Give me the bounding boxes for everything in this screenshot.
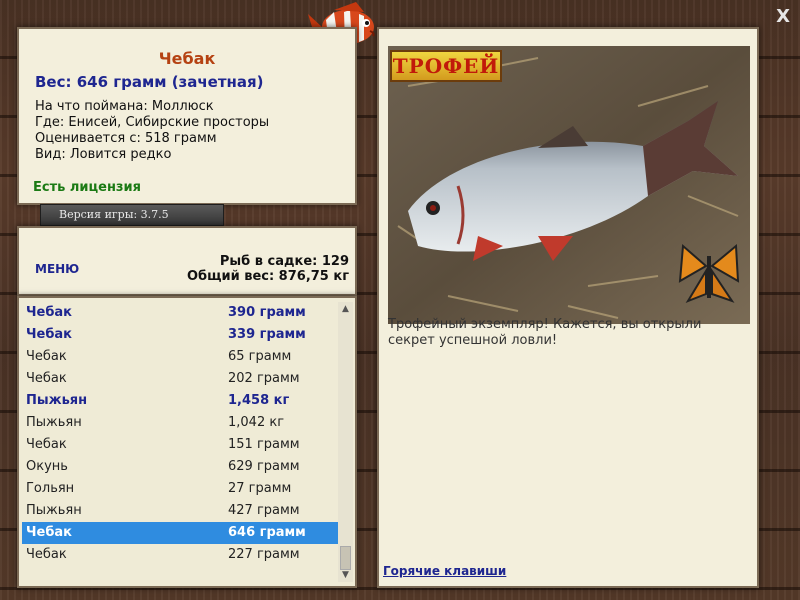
list-item[interactable]: Чебак 65 грамм: [22, 346, 340, 368]
menu-button[interactable]: МЕНЮ: [35, 262, 79, 276]
list-item[interactable]: Гольян 27 грамм: [22, 478, 340, 500]
list-item[interactable]: Чебак 202 грамм: [22, 368, 340, 390]
list-item[interactable]: Пыжьян 1,458 кг: [22, 390, 340, 412]
scroll-thumb[interactable]: [340, 546, 351, 570]
list-item-name: Чебак: [26, 525, 72, 540]
trophy-panel: ТРОФЕЙ Трофейный экземпляр! Кажется, вы …: [377, 27, 759, 588]
fish-photo: [388, 46, 750, 324]
list-item-weight: 1,042 кг: [228, 415, 285, 430]
list-item[interactable]: Чебак 390 грамм: [22, 302, 340, 324]
list-item[interactable]: Чебак 151 грамм: [22, 434, 340, 456]
catch-stats: Рыб в садке: 129 Общий вес: 876,75 кг: [187, 254, 349, 284]
list-item-weight: 629 грамм: [228, 459, 300, 474]
trophy-badge: ТРОФЕЙ: [390, 50, 502, 82]
list-item-name: Окунь: [26, 459, 68, 474]
list-item[interactable]: Пыжьян 427 грамм: [22, 500, 340, 522]
species-line: Вид: Ловится редко: [35, 147, 172, 162]
fish-info-panel: Чебак Вес: 646 грамм (зачетная) На что п…: [17, 27, 357, 205]
list-item-name: Чебак: [26, 349, 67, 364]
fish-title: Чебак: [158, 49, 216, 68]
list-item-name: Чебак: [26, 327, 72, 342]
list-item-weight: 339 грамм: [228, 327, 306, 342]
fish-details: На что поймана: Моллюск Где: Енисей, Сиб…: [35, 99, 339, 163]
list-item-name: Пыжьян: [26, 393, 88, 408]
list-item[interactable]: Окунь 629 грамм: [22, 456, 340, 478]
license-status: Есть лицензия: [33, 180, 141, 195]
list-scrollbar[interactable]: ▲ ▼: [338, 302, 353, 582]
location-line: Где: Енисей, Сибирские просторы: [35, 115, 270, 130]
list-item-name: Пыжьян: [26, 415, 82, 430]
list-item-name: Чебак: [26, 547, 67, 562]
list-item-weight: 151 грамм: [228, 437, 300, 452]
version-label: Версия игры: 3.7.5: [40, 204, 224, 226]
close-icon[interactable]: X: [776, 6, 790, 27]
catch-summary-panel: МЕНЮ Рыб в садке: 129 Общий вес: 876,75 …: [17, 226, 357, 296]
fish-count: Рыб в садке: 129: [219, 254, 349, 269]
close-button[interactable]: X: [776, 6, 790, 27]
list-item-name: Чебак: [26, 371, 67, 386]
list-item-weight: 646 грамм: [228, 525, 306, 540]
list-item[interactable]: Чебак 227 грамм: [22, 544, 340, 566]
list-item-weight: 1,458 кг: [228, 393, 290, 408]
list-item-weight: 427 грамм: [228, 503, 300, 518]
hotkeys-link[interactable]: Горячие клавиши: [383, 564, 506, 578]
list-item[interactable]: Пыжьян 1,042 кг: [22, 412, 340, 434]
list-item-weight: 390 грамм: [228, 305, 306, 320]
list-item-weight: 227 грамм: [228, 547, 300, 562]
fish-list: Чебак 390 грамм Чебак 339 грамм Чебак 65 гр…: [22, 302, 340, 566]
list-item-weight: 202 грамм: [228, 371, 300, 386]
list-item-name: Пыжьян: [26, 503, 82, 518]
valuation-line: Оценивается с: 518 грамм: [35, 131, 217, 146]
trophy-text: Трофейный экземпляр! Кажется, вы открыли…: [388, 317, 702, 348]
scroll-down-icon[interactable]: ▼: [338, 568, 353, 582]
fish-weight: Вес: 646 грамм (зачетная): [35, 73, 264, 91]
list-item[interactable]: Чебак 646 грамм: [22, 522, 340, 544]
list-item-name: Чебак: [26, 437, 67, 452]
list-item-weight: 27 грамм: [228, 481, 292, 496]
total-weight: Общий вес: 876,75 кг: [186, 269, 349, 284]
bait-line: На что поймана: Моллюск: [35, 99, 214, 114]
fish-list-panel: Чебак 390 грамм Чебак 339 грамм Чебак 65 гр…: [17, 296, 357, 588]
list-item-name: Гольян: [26, 481, 75, 496]
scroll-up-icon[interactable]: ▲: [338, 302, 353, 316]
list-item-name: Чебак: [26, 305, 72, 320]
list-item-weight: 65 грамм: [228, 349, 292, 364]
list-item[interactable]: Чебак 339 грамм: [22, 324, 340, 346]
